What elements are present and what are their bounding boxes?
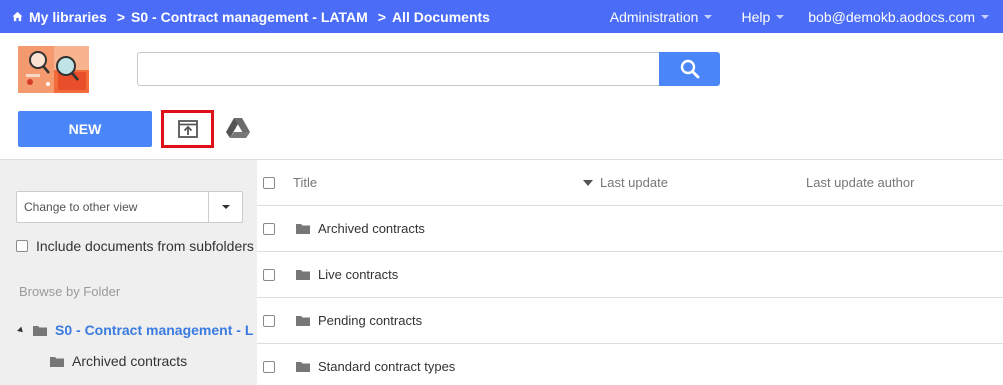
new-button[interactable]: NEW: [18, 111, 152, 147]
column-header-title[interactable]: Title: [293, 175, 317, 190]
include-subfolders-label: Include documents from subfolders: [36, 238, 254, 254]
user-menu-label: bob@demokb.aodocs.com: [808, 8, 975, 25]
row-title[interactable]: Archived contracts: [318, 221, 425, 236]
upload-button[interactable]: [161, 110, 214, 148]
column-header-last-update[interactable]: Last update: [583, 175, 668, 190]
user-menu[interactable]: bob@demokb.aodocs.com: [808, 9, 989, 25]
row-checkbox[interactable]: [263, 223, 275, 235]
caret-down-icon: [221, 205, 230, 209]
caret-down-icon: [981, 14, 989, 19]
search-input[interactable]: [137, 52, 659, 86]
folder-tree-item-label: Archived contracts: [72, 353, 188, 369]
help-menu[interactable]: Help: [741, 8, 785, 25]
folder-icon: [296, 316, 310, 326]
caret-down-icon: [704, 14, 713, 19]
table-row[interactable]: Standard contract types: [257, 344, 1003, 385]
breadcrumb-my-libraries[interactable]: My libraries: [29, 9, 107, 25]
google-drive-icon: [226, 118, 250, 138]
breadcrumb-separator: >: [377, 8, 386, 25]
library-logo-image: [18, 46, 89, 93]
library-logo[interactable]: [18, 46, 89, 93]
column-header-last-update-label: Last update: [600, 175, 668, 190]
help-menu-label: Help: [741, 8, 771, 25]
row-checkbox[interactable]: [263, 315, 275, 327]
row-checkbox[interactable]: [263, 269, 275, 281]
search-button[interactable]: [659, 52, 720, 86]
breadcrumb-separator: >: [116, 8, 126, 25]
view-select-dropdown-button[interactable]: [208, 192, 242, 222]
folder-tree-root-label: S0 - Contract management - L: [55, 322, 254, 338]
table-row[interactable]: Pending contracts: [257, 298, 1003, 344]
administration-menu-label: Administration: [609, 8, 699, 25]
folder-icon: [33, 325, 47, 336]
row-title[interactable]: Live contracts: [318, 267, 398, 282]
sort-desc-icon: [583, 179, 593, 186]
new-button-label: NEW: [68, 121, 102, 137]
documents-table: Title Last update Last update author Arc…: [257, 159, 1003, 385]
top-navigation-bar: My libraries > S0 - Contract management …: [0, 0, 1003, 33]
tree-collapse-icon[interactable]: [17, 326, 25, 334]
topbar-menus: Administration Help bob@demokb.aodocs.co…: [610, 0, 1003, 33]
caret-down-icon: [776, 14, 785, 19]
breadcrumb-view[interactable]: All Documents: [392, 9, 490, 25]
folder-tree-root[interactable]: S0 - Contract management - L: [17, 322, 254, 338]
folder-icon: [296, 224, 310, 234]
search-icon: [680, 59, 699, 79]
left-sidebar: Change to other view Include documents f…: [0, 159, 257, 385]
administration-menu[interactable]: Administration: [610, 9, 713, 25]
browse-by-folder-heading: Browse by Folder: [19, 284, 121, 299]
include-subfolders-checkbox[interactable]: [16, 240, 28, 252]
row-checkbox[interactable]: [263, 361, 275, 373]
view-select-placeholder: Change to other view: [24, 200, 138, 214]
row-title[interactable]: Standard contract types: [318, 359, 455, 374]
table-row[interactable]: Live contracts: [257, 252, 1003, 298]
folder-tree-item[interactable]: Archived contracts: [50, 353, 187, 369]
home-icon: [12, 11, 23, 22]
folder-icon: [50, 356, 64, 367]
table-row[interactable]: Archived contracts: [257, 206, 1003, 252]
row-title[interactable]: Pending contracts: [318, 313, 422, 328]
google-drive-button[interactable]: [225, 116, 251, 140]
include-subfolders-option[interactable]: Include documents from subfolders: [16, 238, 254, 254]
folder-icon: [296, 270, 310, 280]
view-select[interactable]: Change to other view: [16, 191, 243, 223]
table-header: Title Last update Last update author: [257, 160, 1003, 206]
folder-icon: [296, 362, 310, 372]
breadcrumb-library[interactable]: S0 - Contract management - LATAM: [131, 9, 368, 25]
column-header-last-update-author[interactable]: Last update author: [806, 175, 914, 190]
upload-icon: [177, 120, 198, 138]
select-all-checkbox[interactable]: [263, 177, 275, 189]
breadcrumb: My libraries > S0 - Contract management …: [12, 0, 490, 33]
